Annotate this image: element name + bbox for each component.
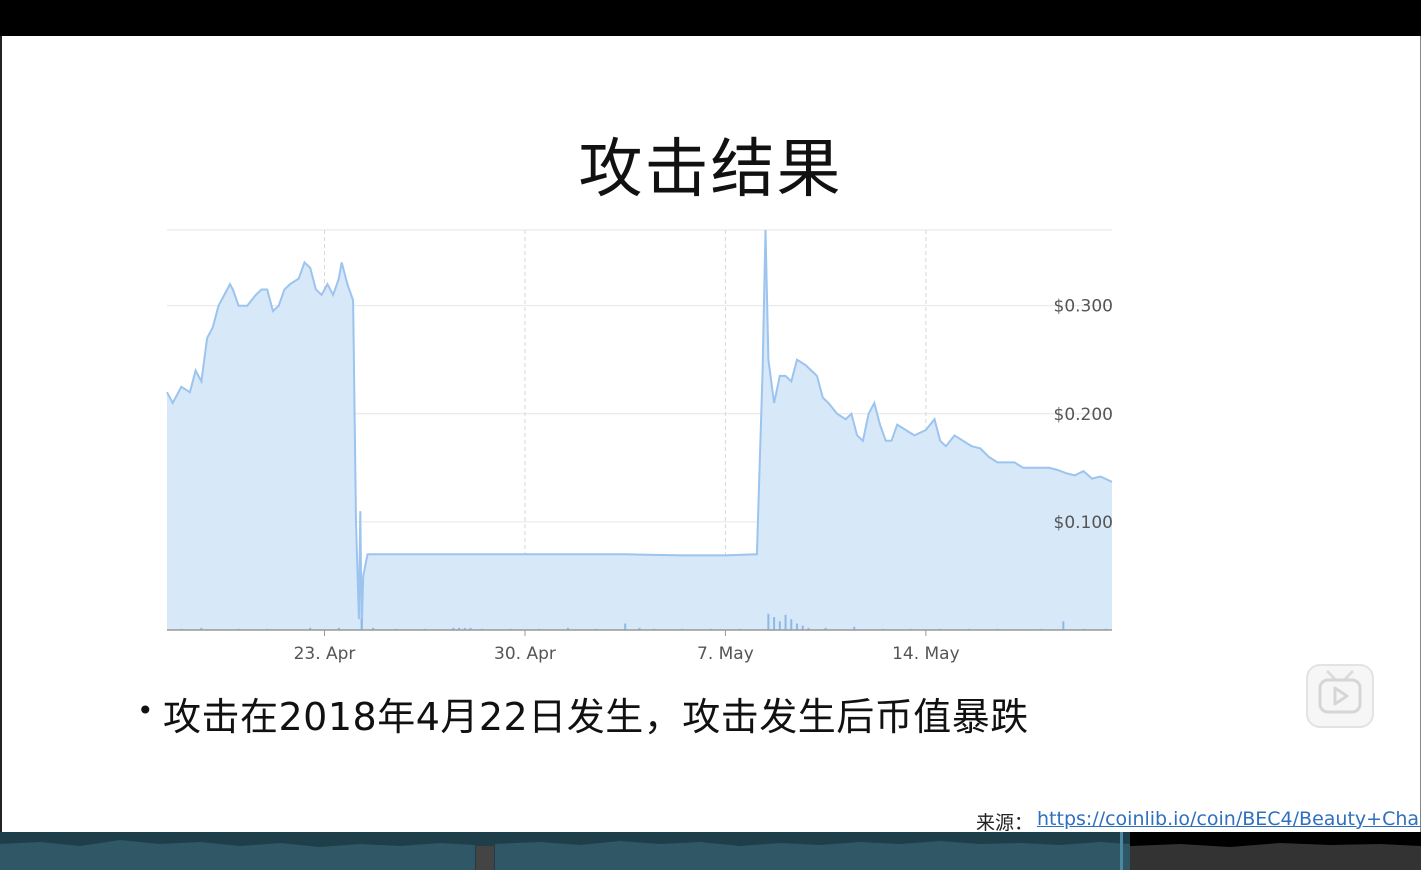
volume-bar [778, 621, 781, 630]
volume-bar [790, 619, 793, 630]
audio-waveform [0, 832, 1421, 870]
price-area [167, 230, 1112, 630]
price-chart: 23. Apr 30. Apr 7. May 14. May $0.100 $0.200 $… [166, 229, 1113, 664]
x-tick-label: 7. May [697, 644, 754, 664]
x-tick-label: 23. Apr [294, 644, 356, 664]
source-label: 来源： [976, 812, 1034, 834]
volume-bar [784, 614, 787, 630]
volume-bar [767, 613, 770, 630]
slide-title: 攻击结果 [578, 133, 843, 207]
player-play-button[interactable] [1306, 664, 1374, 728]
y-tick-label: $0.200 [1054, 405, 1113, 425]
play-icon [1318, 670, 1362, 714]
volume-bar [360, 619, 363, 630]
video-top-bar [0, 0, 1421, 36]
x-tick-label: 30. Apr [494, 644, 556, 664]
volume-bar [1062, 621, 1065, 630]
volume-bar [624, 623, 627, 630]
bullet-text: 攻击在2018年4月22日发生，攻击发生后币值暴跌 [163, 695, 1029, 739]
video-progress-strip[interactable] [0, 832, 1421, 870]
y-tick-label: $0.300 [1054, 297, 1113, 317]
source-link[interactable]: https://coinlib.io/coin/BEC4/Beauty+Chai… [1037, 808, 1421, 830]
y-tick-label: $0.100 [1054, 513, 1113, 533]
volume-bar [773, 617, 776, 630]
volume-bar [796, 623, 798, 630]
x-tick-label: 14. May [892, 644, 960, 664]
bullet-dot: • [137, 694, 154, 727]
